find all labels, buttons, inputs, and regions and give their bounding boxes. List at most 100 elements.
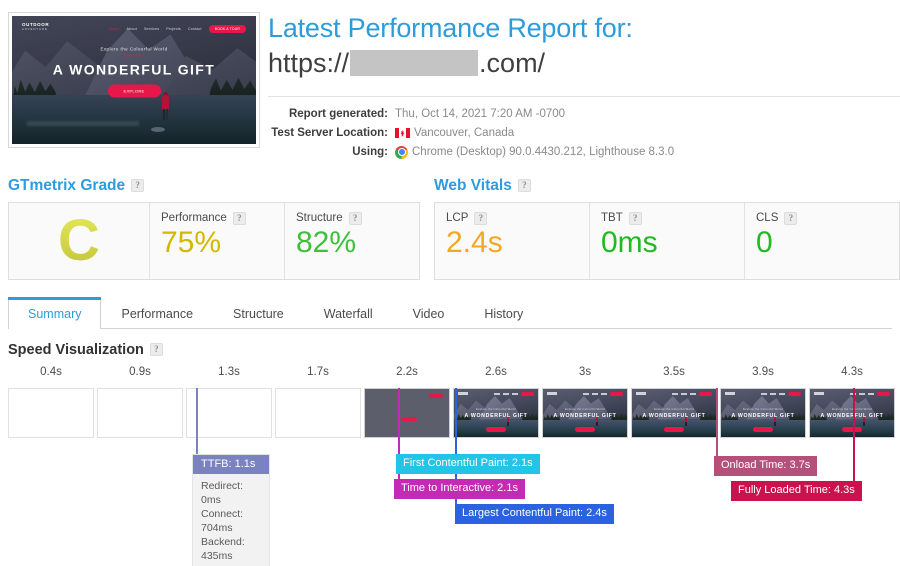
speed-visualization-title: Speed Visualization ? — [8, 342, 900, 358]
help-icon[interactable]: ? — [784, 211, 798, 225]
meta-row-using: Using: Chrome (Desktop) 90.0.4430.212, L… — [268, 144, 900, 161]
performance-label-row: Performance ? — [161, 211, 273, 225]
cls-value: 0 — [756, 225, 773, 259]
cls-label: CLS — [756, 212, 779, 225]
help-icon[interactable]: ? — [474, 211, 488, 225]
timeline-tick: 3.9s — [752, 365, 774, 378]
timeline-tick: 1.3s — [218, 365, 240, 378]
marker-line-onload — [716, 387, 718, 456]
filmstrip-frame[interactable] — [8, 387, 94, 438]
ttfb-details: Redirect: 0ms Connect: 704ms Backend: 43… — [193, 474, 269, 563]
tab-summary[interactable]: Summary — [8, 296, 102, 329]
timeline-tick: 2.6s — [485, 365, 507, 378]
performance-label: Performance — [161, 212, 227, 225]
logo-line-2: ADVENTURE — [22, 27, 48, 31]
speed-visualization-area: 0.4s 0.9s 1.3s 1.7s 2.2s 2.6s 3s 3.5s 3.… — [0, 365, 900, 566]
tbt-label-row: TBT ? — [601, 211, 733, 225]
meta-value: Thu, Oct 14, 2021 7:20 AM -0700 — [395, 107, 566, 120]
hero-subtitle: Explore the Colourful World — [100, 46, 168, 52]
thumbnail-nav: Home About Services Projects Contact BOO… — [109, 25, 246, 34]
ttfb-redirect: Redirect: 0ms — [201, 479, 244, 506]
structure-cell: Structure ? 82% — [285, 203, 419, 279]
structure-label-row: Structure ? — [296, 211, 408, 225]
hiker-figure — [161, 91, 171, 121]
tab-waterfall[interactable]: Waterfall — [304, 297, 393, 329]
filmstrip-frame[interactable] — [364, 387, 450, 438]
timeline-tick: 1.7s — [307, 365, 329, 378]
meta-value: Vancouver, Canada — [414, 126, 515, 139]
nav-item-contact: Contact — [187, 27, 202, 32]
marker-line-tti — [398, 387, 400, 486]
nav-cta-button: BOOK A TOUR — [208, 25, 246, 34]
logo-line-1: OUTDOOR — [22, 22, 50, 27]
tbt-cell: TBT ? 0ms — [590, 202, 745, 279]
structure-value: 82% — [296, 225, 357, 259]
report-header-section: OUTDOOR ADVENTURE Home About Services Pr… — [0, 0, 900, 163]
meta-label: Using: — [352, 145, 388, 158]
performance-value: 75% — [161, 225, 222, 259]
filmstrip-frame[interactable]: Explore the Colourful World A WONDERFUL G… — [720, 387, 806, 438]
ttfb-label: TTFB: 1.1s — [193, 454, 269, 474]
help-icon[interactable]: ? — [131, 179, 145, 193]
tab-performance[interactable]: Performance — [101, 297, 213, 329]
fully-loaded-marker-label[interactable]: Fully Loaded Time: 4.3s — [731, 480, 862, 501]
tab-label: Performance — [121, 306, 194, 321]
filmstrip-frame[interactable]: Explore the Colourful World A WONDERFUL G… — [809, 387, 895, 438]
tti-marker-label[interactable]: Time to Interactive: 2.1s — [394, 478, 525, 499]
speed-visualization-title-text: Speed Visualization — [8, 341, 144, 358]
filmstrip-frame[interactable]: Explore the Colourful World A WONDERFUL G… — [542, 387, 628, 438]
meta-value-wrap: Vancouver, Canada — [388, 125, 514, 142]
tab-label: Structure — [233, 306, 284, 321]
web-vitals-panel: Web Vitals ? LCP ? 2.4s TBT ? 0ms CLS ? … — [434, 177, 900, 280]
filmstrip-frame[interactable] — [275, 387, 361, 438]
meta-row-generated: Report generated: Thu, Oct 14, 2021 7:20… — [268, 106, 900, 123]
meta-row-location: Test Server Location: Vancouver, Canada — [268, 125, 900, 142]
help-icon[interactable]: ? — [517, 179, 531, 193]
thumbnail-hero: Explore the Colourful World Adventure A … — [12, 47, 256, 98]
gtmetrix-grade-panel: GTmetrix Grade ? C Performance ? 75% Str… — [8, 177, 420, 280]
nav-item-about: About — [126, 27, 137, 32]
grade-panel-box: C Performance ? 75% Structure ? 82% — [8, 201, 420, 280]
filmstrip-frame[interactable]: Explore the Colourful World A WONDERFUL G… — [631, 387, 717, 438]
redaction-block — [350, 50, 479, 77]
filmstrip-frame[interactable] — [97, 387, 183, 438]
hero-cta-button: EXPLORE — [107, 84, 161, 98]
report-url: https:// .com/ — [268, 47, 900, 80]
onload-marker-label[interactable]: Onload Time: 3.7s — [714, 455, 818, 476]
timeline-tick: 0.4s — [40, 365, 62, 378]
meta-label: Test Server Location: — [271, 126, 388, 139]
filmstrip-frame[interactable]: Explore the Colourful World A WONDERFUL G… — [453, 387, 539, 438]
tab-history[interactable]: History — [464, 297, 543, 329]
vitals-panel-title-text: Web Vitals — [434, 176, 512, 194]
timeline-tick: 3.5s — [663, 365, 685, 378]
lcp-value: 2.4s — [446, 225, 503, 259]
meta-value-wrap: Chrome (Desktop) 90.0.4430.212, Lighthou… — [388, 144, 674, 161]
ttfb-backend: Backend: 435ms — [201, 535, 245, 562]
marker-line-fully-loaded — [853, 387, 855, 484]
ttfb-marker-box[interactable]: TTFB: 1.1s Redirect: 0ms Connect: 704ms … — [192, 453, 270, 566]
header-divider — [268, 95, 900, 97]
lcp-marker-label[interactable]: Largest Contentful Paint: 2.4s — [455, 503, 614, 524]
site-thumbnail-image: OUTDOOR ADVENTURE Home About Services Pr… — [12, 16, 256, 144]
help-icon[interactable]: ? — [232, 211, 246, 225]
timeline-tick: 3s — [578, 365, 592, 378]
meta-label: Report generated: — [288, 107, 388, 120]
lcp-label-row: LCP ? — [446, 211, 578, 225]
help-icon[interactable]: ? — [628, 211, 642, 225]
lcp-cell: LCP ? 2.4s — [435, 202, 590, 279]
marker-line-ttfb — [196, 387, 198, 454]
tab-structure[interactable]: Structure — [213, 297, 304, 329]
meta-value: Chrome (Desktop) 90.0.4430.212, Lighthou… — [412, 145, 675, 158]
help-icon[interactable]: ? — [149, 343, 163, 357]
site-thumbnail[interactable]: OUTDOOR ADVENTURE Home About Services Pr… — [8, 12, 260, 148]
ttfb-connect: Connect: 704ms — [201, 507, 244, 534]
tab-video[interactable]: Video — [393, 297, 465, 329]
gtmetrix-report-page: OUTDOOR ADVENTURE Home About Services Pr… — [0, 0, 900, 566]
fcp-marker-label[interactable]: First Contentful Paint: 2.1s — [396, 453, 540, 474]
filmstrip-frame[interactable] — [186, 387, 272, 438]
grade-letter: C — [58, 207, 100, 273]
timeline-tick: 2.2s — [396, 365, 418, 378]
help-icon[interactable]: ? — [348, 211, 362, 225]
tab-label: History — [484, 306, 524, 321]
scores-section: GTmetrix Grade ? C Performance ? 75% Str… — [0, 163, 900, 280]
